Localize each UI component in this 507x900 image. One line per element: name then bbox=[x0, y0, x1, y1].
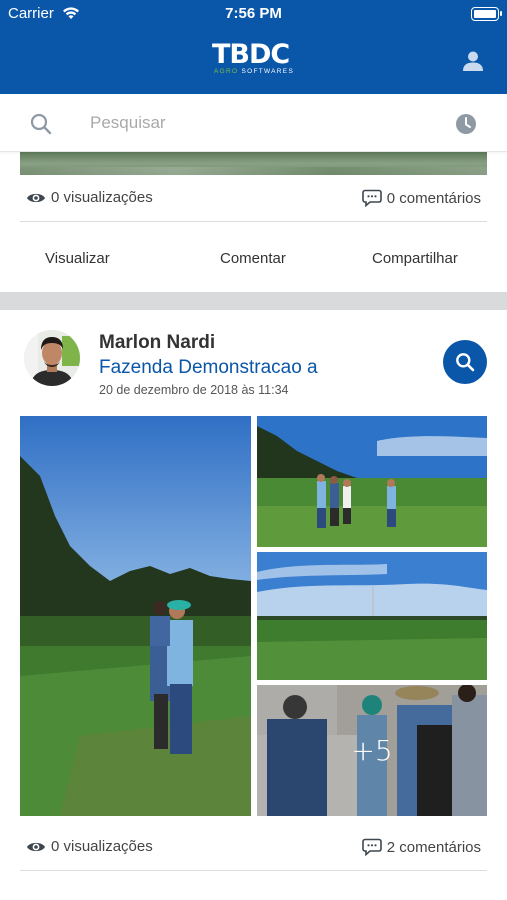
user-icon[interactable] bbox=[461, 49, 485, 73]
eye-icon bbox=[27, 842, 45, 851]
post-photo-2[interactable] bbox=[257, 416, 487, 547]
avatar[interactable] bbox=[24, 330, 80, 386]
comments-count[interactable]: 0 comentários bbox=[361, 189, 481, 207]
view-button[interactable]: Visualizar bbox=[45, 250, 110, 267]
avatar-photo bbox=[24, 330, 80, 386]
post-search-button[interactable] bbox=[443, 340, 487, 384]
history-icon[interactable] bbox=[455, 113, 477, 135]
comments-count[interactable]: 2 comentários bbox=[361, 838, 481, 856]
logo-mark: TBDC bbox=[212, 39, 290, 70]
comment-button[interactable]: Comentar bbox=[220, 250, 286, 267]
logo-subtitle: AGRO SOFTWARES bbox=[214, 68, 295, 75]
clock: 7:56 PM bbox=[225, 5, 282, 22]
post-photo-1[interactable] bbox=[20, 416, 251, 816]
search-bar bbox=[0, 94, 507, 152]
divider bbox=[20, 870, 487, 871]
app-logo: TBDC AGRO SOFTWARES bbox=[212, 40, 296, 84]
post-date: 20 de dezembro de 2018 às 11:34 bbox=[99, 383, 289, 397]
previous-post-image[interactable] bbox=[20, 152, 487, 175]
eye-icon bbox=[27, 193, 45, 202]
app-header: TBDC AGRO SOFTWARES bbox=[0, 28, 507, 94]
post-stats: 0 visualizações 2 comentários bbox=[20, 835, 487, 859]
more-photos-overlay[interactable]: +5 bbox=[257, 685, 487, 816]
divider bbox=[20, 221, 487, 222]
comment-icon bbox=[361, 838, 382, 856]
previous-post-stats: 0 visualizações 0 comentários bbox=[20, 186, 487, 210]
search-icon bbox=[456, 353, 475, 372]
search-input[interactable] bbox=[90, 110, 420, 136]
post-farm-link[interactable]: Fazenda Demonstracao a bbox=[99, 357, 318, 379]
post-separator bbox=[0, 292, 507, 310]
post-photo-3[interactable] bbox=[257, 552, 487, 680]
post-actions: Visualizar Comentar Compartilhar bbox=[0, 240, 507, 278]
battery-icon bbox=[471, 7, 502, 21]
post-photo-4[interactable]: +5 bbox=[257, 685, 487, 816]
share-button[interactable]: Compartilhar bbox=[372, 250, 458, 267]
post-author[interactable]: Marlon Nardi bbox=[99, 332, 215, 354]
search-icon bbox=[30, 113, 52, 135]
views-count: 0 visualizações bbox=[26, 189, 153, 206]
status-bar: Carrier 7:56 PM bbox=[0, 0, 507, 28]
views-count: 0 visualizações bbox=[26, 838, 153, 855]
comment-icon bbox=[361, 189, 382, 207]
